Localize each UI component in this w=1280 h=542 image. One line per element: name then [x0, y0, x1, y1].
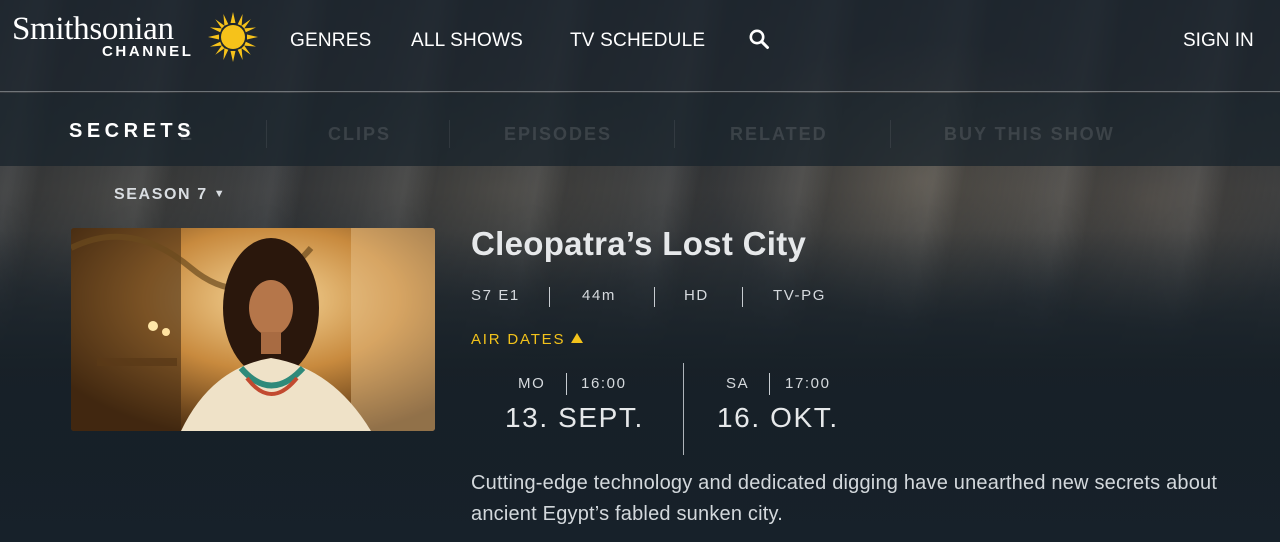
subtab-divider	[449, 120, 450, 148]
sun-icon	[208, 12, 258, 62]
air-dates-label: AIR DATES	[471, 331, 566, 348]
air-date-date: 13. SEPT.	[505, 402, 644, 433]
episode-title: Cleopatra’s Lost City	[471, 225, 807, 262]
episode-thumbnail[interactable]	[71, 228, 435, 431]
air-dates-divider	[683, 363, 684, 455]
episode-number: S7 E1	[471, 287, 520, 304]
episode-rating: TV-PG	[773, 287, 827, 304]
chevron-down-icon: ▼	[213, 188, 227, 200]
logo-channel-text: CHANNEL	[102, 43, 194, 60]
subtab-divider	[890, 120, 891, 148]
tab-related[interactable]: RELATED	[730, 124, 828, 145]
air-date-day: SA	[726, 375, 750, 392]
air-date-time: 16:00	[581, 375, 627, 392]
show-title[interactable]: SECRETS	[69, 120, 195, 143]
sign-in-link[interactable]: SIGN IN	[1183, 30, 1254, 52]
air-date-date: 16. OKT.	[717, 402, 839, 433]
top-navigation: Smithsonian CHANNEL GENRES ALL SHOWS TV …	[0, 0, 1280, 92]
meta-divider	[549, 287, 550, 307]
tab-buy-this-show[interactable]: BUY THIS SHOW	[944, 124, 1115, 145]
season-label: SEASON 7	[114, 186, 208, 203]
show-subnav: E SECRETS CLIPS EPISODES RELATED BUY THI…	[0, 93, 1280, 166]
episode-duration: 44m	[582, 287, 616, 304]
air-date-time: 17:00	[785, 375, 831, 392]
tab-episodes[interactable]: EPISODES	[504, 124, 612, 145]
air-dates-toggle[interactable]: AIR DATES	[471, 331, 584, 348]
tab-clips[interactable]: CLIPS	[328, 124, 391, 145]
episode-thumbnail-image	[71, 228, 435, 431]
air-date-day: MO	[518, 375, 546, 392]
episode-description: Cutting-edge technology and dedicated di…	[471, 472, 1218, 525]
episode-quality: HD	[684, 287, 709, 304]
nav-genres[interactable]: GENRES	[290, 30, 371, 52]
air-date-divider	[566, 373, 567, 395]
air-date-divider	[769, 373, 770, 395]
search-icon[interactable]	[748, 28, 770, 50]
subtab-divider	[674, 120, 675, 148]
caret-up-icon	[571, 333, 584, 343]
subtab-divider	[266, 120, 267, 148]
nav-tv-schedule[interactable]: TV SCHEDULE	[570, 30, 705, 52]
nav-all-shows[interactable]: ALL SHOWS	[411, 30, 523, 52]
meta-divider	[654, 287, 655, 307]
smithsonian-channel-logo[interactable]: Smithsonian CHANNEL	[12, 10, 262, 66]
meta-divider	[742, 287, 743, 307]
season-selector[interactable]: SEASON 7 ▼	[114, 186, 226, 204]
